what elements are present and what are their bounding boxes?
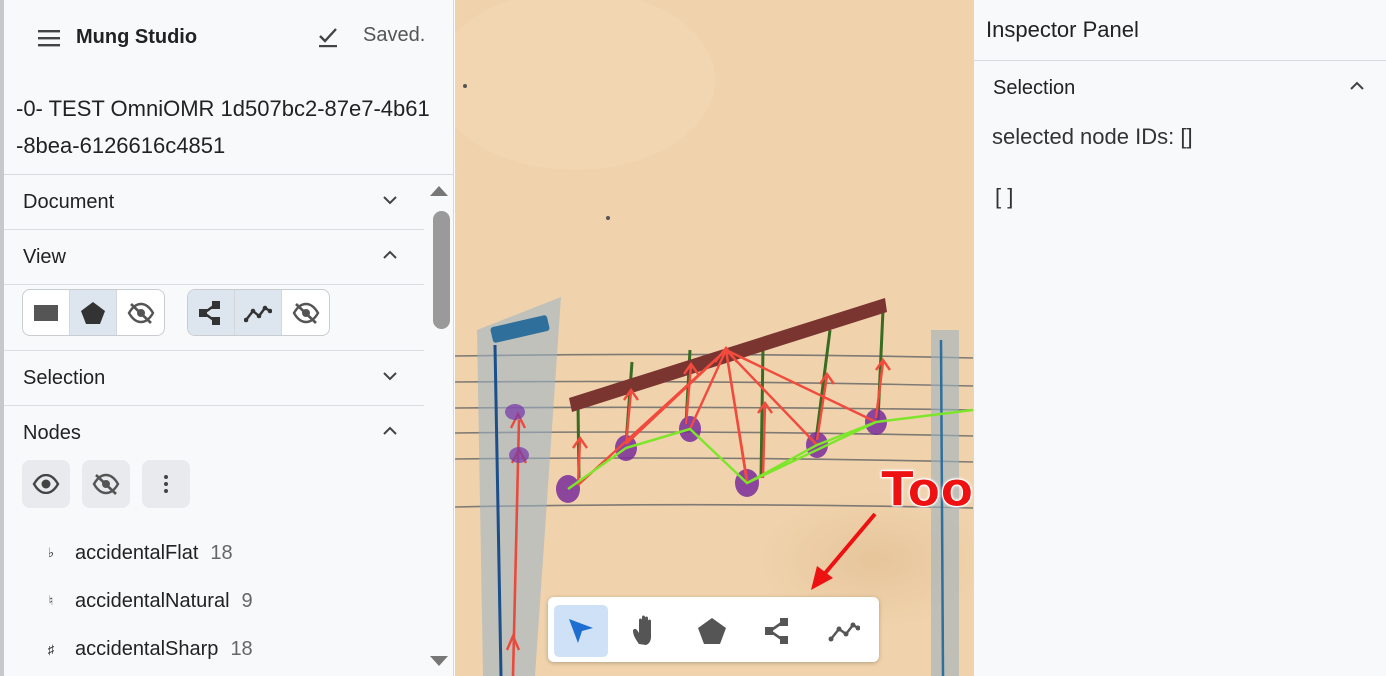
node-class-name: accidentalSharp: [75, 637, 219, 660]
polygon-icon: [81, 301, 105, 324]
node-class-count: 18: [210, 541, 233, 564]
syntax-link-icon: [765, 618, 788, 644]
toolbelt-annotation: Toolbelt: [880, 462, 973, 519]
divider: [974, 60, 1386, 61]
node-class-row[interactable]: ♯ accidentalSharp 18: [44, 634, 253, 664]
save-status: Saved.: [363, 24, 426, 46]
pointer-icon: [569, 619, 593, 643]
sidebar-panels: Document View Selection Nodes ♭ accident…: [4, 175, 424, 676]
precedence-link-icon: [828, 622, 860, 642]
accordion-label: Selection: [23, 367, 106, 389]
hide-all-nodes-button[interactable]: [82, 460, 130, 508]
inspector-title: Inspector Panel: [986, 17, 1139, 42]
hand-tool-button[interactable]: [619, 605, 673, 657]
precedence-links-icon: [244, 305, 272, 322]
node-class-row[interactable]: ♭ accidentalFlat 18: [44, 538, 233, 568]
more-vert-icon: [164, 475, 168, 493]
selected-node-ids: selected node IDs: []: [992, 124, 1193, 149]
scroll-down-arrow[interactable]: [430, 656, 448, 666]
chevron-down-icon: [383, 372, 397, 381]
accordion-label: View: [23, 246, 66, 268]
precedence-links-button[interactable]: [235, 290, 282, 335]
polygon-tool-button[interactable]: [685, 605, 739, 657]
polygon-display-button[interactable]: [70, 290, 117, 335]
more-options-button[interactable]: [142, 460, 190, 508]
view-panel: [4, 285, 424, 351]
eye-off-icon: [92, 473, 120, 495]
rectangle-display-button[interactable]: [23, 290, 70, 335]
app-title: Mung Studio: [76, 26, 198, 48]
natural-glyph-icon: ♮: [48, 593, 54, 608]
chevron-up-icon: [383, 250, 397, 259]
accordion-document[interactable]: Document: [4, 175, 424, 230]
menu-icon[interactable]: [38, 29, 60, 47]
precedence-link-tool-button[interactable]: [817, 605, 871, 657]
nodes-panel: ♭ accidentalFlat 18 ♮ accidentalNatural …: [4, 406, 424, 676]
hide-links-button[interactable]: [282, 290, 329, 335]
node-class-name: accidentalFlat: [75, 541, 199, 564]
show-all-nodes-button[interactable]: [22, 460, 70, 508]
hide-nodes-button[interactable]: [117, 290, 164, 335]
eye-icon: [32, 474, 60, 494]
syntax-links-icon: [199, 300, 220, 325]
node-class-count: 18: [230, 637, 253, 660]
accordion-selection[interactable]: Selection: [4, 351, 424, 406]
accordion-label: Document: [23, 191, 115, 213]
toolbelt: [548, 597, 879, 662]
check-icon: [319, 28, 337, 48]
node-class-row[interactable]: ♮ accidentalNatural 9: [44, 586, 253, 616]
polygon-icon: [698, 618, 726, 644]
rectangle-icon: [34, 304, 58, 321]
node-display-toggle-group: [22, 289, 165, 336]
pointer-tool-button[interactable]: [554, 605, 608, 657]
node-class-name: accidentalNatural: [75, 589, 230, 612]
flat-glyph-icon: ♭: [47, 545, 55, 560]
syntax-link-tool-button[interactable]: [751, 605, 805, 657]
chevron-down-icon: [383, 196, 397, 205]
scroll-up-arrow[interactable]: [430, 186, 448, 196]
score-canvas[interactable]: Toolbelt: [455, 0, 973, 676]
score-image: [455, 0, 973, 676]
sidebar: Mung Studio Saved. -0- TEST OmniOMR 1d50…: [0, 0, 454, 676]
top-bar: Mung Studio Saved.: [4, 0, 453, 76]
accordion-view[interactable]: View: [4, 230, 424, 285]
scrollbar-thumb[interactable]: [433, 211, 450, 329]
document-title: -0- TEST OmniOMR 1d507bc2-87e7-4b61-8bea…: [16, 96, 430, 158]
sharp-glyph-icon: ♯: [47, 641, 55, 657]
eye-off-icon: [127, 302, 154, 324]
link-display-toggle-group: [187, 289, 330, 336]
inspector-selection-header[interactable]: Selection: [993, 77, 1075, 100]
hand-icon: [633, 615, 651, 645]
chevron-up-icon[interactable]: [1349, 80, 1365, 92]
inspector-panel: Inspector Panel Selection selected node …: [973, 0, 1386, 676]
syntax-links-button[interactable]: [188, 290, 235, 335]
node-class-count: 9: [241, 589, 253, 612]
eye-off-icon: [292, 302, 319, 324]
selected-nodes-array: [ ]: [995, 184, 1014, 209]
